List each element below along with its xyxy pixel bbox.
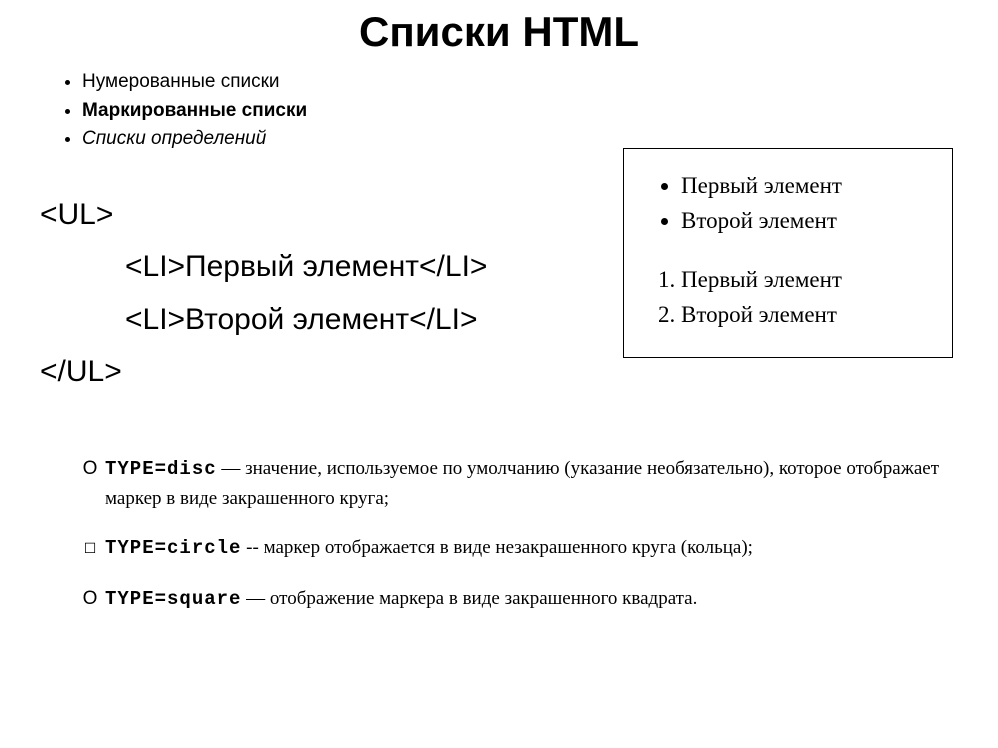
- list-types: Нумерованные списки Маркированные списки…: [60, 68, 998, 154]
- type-attribute-descriptions: TYPE=disc — значение, используемое по ум…: [75, 454, 958, 615]
- type-disc-row: TYPE=disc — значение, используемое по ум…: [75, 454, 958, 514]
- rendered-example-box: Первый элемент Второй элемент Первый эле…: [623, 148, 953, 358]
- type-disc-desc: — значение, используемое по умолчанию (у…: [105, 458, 939, 509]
- type-disc-label: TYPE=disc: [105, 458, 217, 480]
- type-circle-row: TYPE=circle -- маркер отображается в вид…: [75, 533, 958, 563]
- type-disc-text: TYPE=disc — значение, используемое по ум…: [105, 454, 958, 514]
- type-square-desc: — отображение маркера в виде закрашенног…: [241, 588, 697, 609]
- example-ol-item2: Второй элемент: [681, 298, 927, 333]
- type-square-row: TYPE=square — отображение маркера в виде…: [75, 584, 958, 614]
- disc-marker-icon: [75, 454, 105, 483]
- square-marker-icon: [75, 584, 105, 613]
- example-unordered-list: Первый элемент Второй элемент: [681, 169, 927, 238]
- page-title: Списки HTML: [0, 0, 998, 68]
- example-ol-item1: Первый элемент: [681, 263, 927, 298]
- example-ordered-list: Первый элемент Второй элемент: [681, 263, 927, 332]
- type-square-text: TYPE=square — отображение маркера в виде…: [105, 584, 958, 614]
- type-circle-label: TYPE=circle: [105, 537, 241, 559]
- list-item-numbered: Нумерованные списки: [82, 68, 998, 97]
- example-ul-item1: Первый элемент: [681, 169, 927, 204]
- example-ul-item2: Второй элемент: [681, 204, 927, 239]
- type-circle-desc: -- маркер отображается в виде незакрашен…: [241, 537, 753, 558]
- list-item-bulleted: Маркированные списки: [82, 97, 998, 126]
- type-square-label: TYPE=square: [105, 588, 241, 610]
- type-circle-text: TYPE=circle -- маркер отображается в вид…: [105, 533, 958, 563]
- circle-marker-icon: [75, 533, 105, 562]
